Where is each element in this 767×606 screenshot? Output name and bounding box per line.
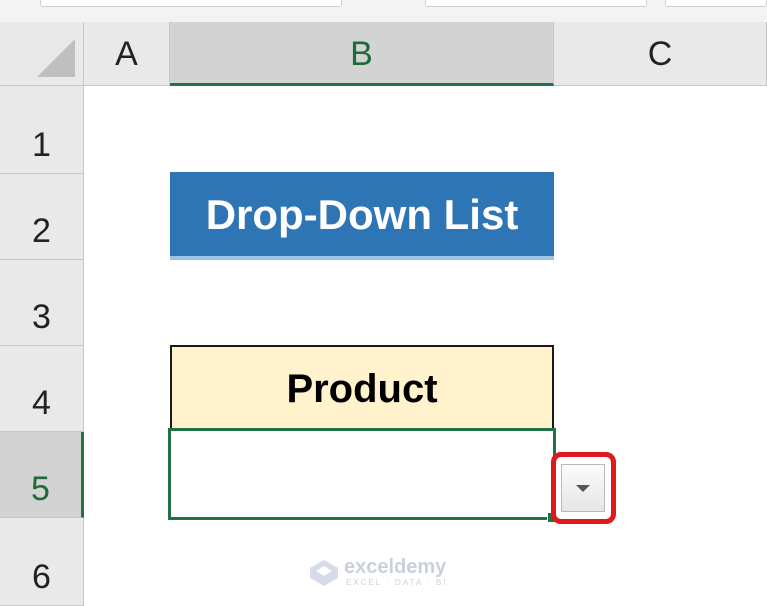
dropdown-button[interactable] [561,464,605,512]
watermark-name: exceldemy [344,556,447,578]
select-all-triangle-icon [37,39,75,77]
watermark-tagline: EXCEL · DATA · BI [346,578,448,587]
active-cell-b5[interactable] [168,428,556,520]
row-header-5[interactable]: 5 [0,432,84,518]
exceldemy-logo-icon [310,560,338,586]
column-header-b[interactable]: B [170,22,554,86]
row-header-1[interactable]: 1 [0,86,84,174]
row-header-4[interactable]: 4 [0,346,84,432]
spreadsheet-grid: A B C 1 2 3 4 5 6 Drop-Down List Product… [0,0,767,606]
name-box-edge [40,0,342,7]
row-header-3[interactable]: 3 [0,260,84,346]
row-header-2[interactable]: 2 [0,174,84,260]
column-header-c[interactable]: C [554,22,767,86]
formula-box-edge-right [665,0,767,7]
title-cell-b2[interactable]: Drop-Down List [170,172,554,260]
select-all-button[interactable] [0,22,84,86]
dropdown-highlight [551,452,616,524]
column-header-a[interactable]: A [84,22,170,86]
product-header-cell-b4[interactable]: Product [170,345,554,431]
row-header-6[interactable]: 6 [0,518,84,606]
watermark: exceldemy EXCEL · DATA · BI [310,556,460,590]
formula-box-edge [425,0,647,7]
chevron-down-icon [576,485,590,492]
formula-bar-strip [0,0,767,22]
